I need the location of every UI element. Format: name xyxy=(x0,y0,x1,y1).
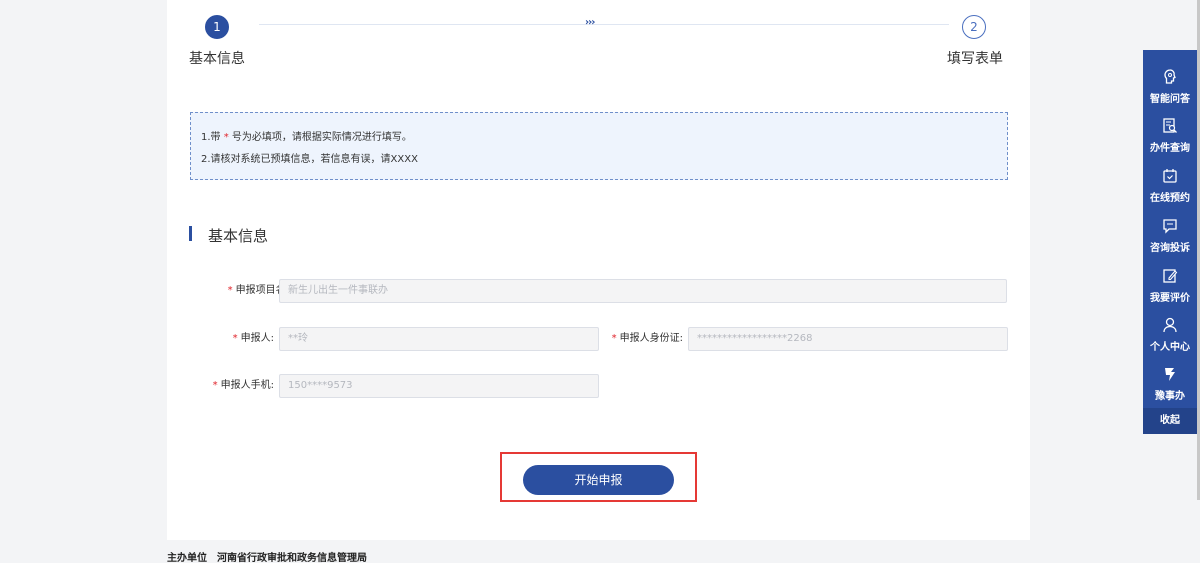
yushiban-icon xyxy=(1143,365,1197,385)
section-accent-bar xyxy=(189,226,192,241)
footer-host-label: 主办单位 xyxy=(167,553,207,563)
user-icon xyxy=(1143,316,1197,336)
step-1-label: 基本信息 xyxy=(189,51,245,67)
project-name-field[interactable]: 新生儿出生一件事联办 xyxy=(279,279,1007,303)
side-item-label: 在线预约 xyxy=(1150,193,1190,204)
step-connector xyxy=(259,24,949,25)
edit-icon xyxy=(1143,267,1197,287)
side-item-consult[interactable]: 咨询投诉 xyxy=(1143,207,1197,257)
side-panel: 智能问答 办件查询 在线预约 咨询投诉 我要评价 个人中心 豫事办 收起 xyxy=(1143,50,1197,434)
main-card: 1 ››› 2 基本信息 填写表单 1.带 * 号为必填项，请根据实际情况进行填… xyxy=(167,0,1030,540)
applicant-field[interactable]: **玲 xyxy=(279,327,599,351)
phone-label: * 申报人手机: xyxy=(212,380,274,391)
side-item-label: 咨询投诉 xyxy=(1150,243,1190,254)
search-doc-icon xyxy=(1143,117,1197,137)
side-item-case-query[interactable]: 办件查询 xyxy=(1143,107,1197,157)
step-1-indicator: 1 xyxy=(205,15,229,39)
step-2-indicator: 2 xyxy=(962,15,986,39)
side-item-label: 办件查询 xyxy=(1150,143,1190,154)
step-2-label: 填写表单 xyxy=(947,51,1003,67)
notice-line-2: 2.请核对系统已预填信息，若信息有误，请XXXX xyxy=(201,154,418,165)
start-apply-button[interactable]: 开始申报 xyxy=(523,465,674,495)
side-item-evaluate[interactable]: 我要评价 xyxy=(1143,257,1197,307)
side-item-smart-qa[interactable]: 智能问答 xyxy=(1143,58,1197,108)
id-card-label: * 申报人身份证: xyxy=(611,333,683,344)
step-arrows-icon: ››› xyxy=(585,17,595,28)
applicant-label: * 申报人: xyxy=(232,333,274,344)
side-item-label: 个人中心 xyxy=(1150,342,1190,353)
footer-host-value: 河南省行政审批和政务信息管理局 xyxy=(217,553,367,563)
phone-field[interactable]: 150****9573 xyxy=(279,374,599,398)
brain-icon xyxy=(1143,68,1197,88)
side-item-personal-center[interactable]: 个人中心 xyxy=(1143,306,1197,356)
id-card-field[interactable]: ******************2268 xyxy=(688,327,1008,351)
section-title: 基本信息 xyxy=(208,227,269,245)
footer: 主办单位 河南省行政审批和政务信息管理局 xyxy=(167,549,367,563)
side-item-label: 我要评价 xyxy=(1150,293,1190,304)
side-collapse-button[interactable]: 收起 xyxy=(1143,408,1197,434)
side-item-yushiban[interactable]: 豫事办 xyxy=(1143,355,1197,405)
chat-icon xyxy=(1143,217,1197,237)
side-item-appointment[interactable]: 在线预约 xyxy=(1143,157,1197,207)
notice-line-1: 1.带 * 号为必填项，请根据实际情况进行填写。 xyxy=(201,132,412,143)
side-item-label: 智能问答 xyxy=(1150,94,1190,105)
calendar-icon xyxy=(1143,167,1197,187)
side-item-label: 豫事办 xyxy=(1155,391,1185,402)
notice-box: 1.带 * 号为必填项，请根据实际情况进行填写。 2.请核对系统已预填信息，若信… xyxy=(190,112,1008,180)
